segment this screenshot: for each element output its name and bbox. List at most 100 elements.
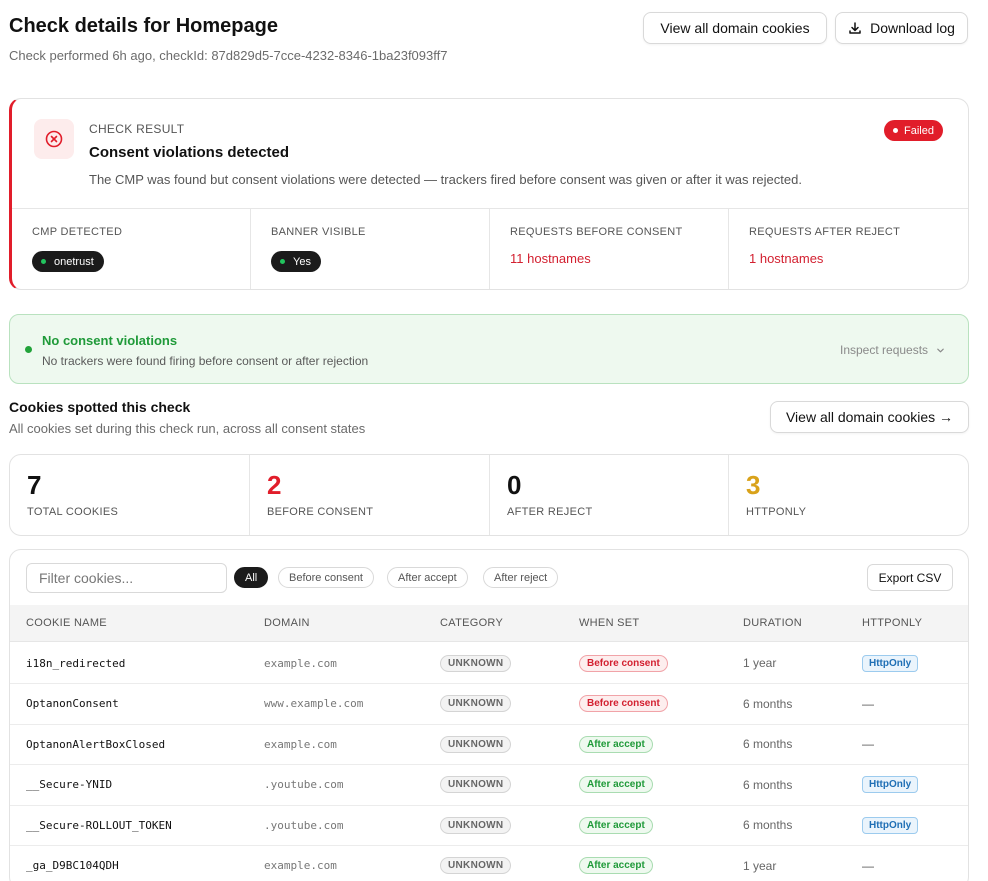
page-subtitle: Check performed 6h ago, checkId: 87d829d… <box>9 48 448 63</box>
metric-banner-visible: BANNER VISIBLE Yes <box>251 209 490 289</box>
category-cell: UNKNOWN <box>440 846 512 881</box>
metric-label: BANNER VISIBLE <box>271 226 366 238</box>
stat-after-reject: 0 AFTER REJECT <box>490 455 729 535</box>
banner-visible-badge: Yes <box>271 251 321 272</box>
when-set-cell: After accept <box>579 765 653 805</box>
cookie-domain: example.com <box>264 656 337 670</box>
cookie-domain: www.example.com <box>264 697 364 710</box>
cookie-duration: 6 months <box>743 696 793 711</box>
metric-cmp-detected: CMP DETECTED onetrust <box>12 209 251 289</box>
table-row[interactable]: __Secure-YNID .youtube.com UNKNOWN After ac… <box>10 765 968 806</box>
view-all-domain-cookies-button[interactable]: View all domain cookies <box>643 12 827 44</box>
stat-total-cookies: 7 TOTAL COOKIES <box>10 455 250 535</box>
stat-before-consent: 2 BEFORE CONSENT <box>250 455 490 535</box>
no-violations-description: No trackers were found firing before con… <box>42 354 369 368</box>
export-csv-button[interactable]: Export CSV <box>867 564 953 591</box>
category-cell: UNKNOWN <box>440 684 512 724</box>
cookie-duration: 1 year <box>743 858 777 873</box>
httponly-cell: HttpOnly <box>862 643 919 683</box>
stat-label: BEFORE CONSENT <box>267 506 374 518</box>
httponly-badge: HttpOnly <box>862 654 919 672</box>
category-badge: UNKNOWN <box>440 695 512 712</box>
error-circle-icon <box>34 119 74 159</box>
stat-value: 0 <box>507 470 522 500</box>
when-set-badge: After accept <box>579 735 653 753</box>
view-all-domain-cookies-link-label: View all domain cookies → <box>785 409 954 425</box>
check-result-card: CHECK RESULT Consent violations detected… <box>9 98 969 290</box>
filter-chip-after-reject[interactable]: After reject <box>483 567 559 588</box>
column-header-category[interactable]: CATEGORY <box>440 617 503 629</box>
download-log-label: Download log <box>870 20 955 36</box>
download-log-button[interactable]: Download log <box>835 12 968 44</box>
cookie-name: i18n_redirected <box>26 656 126 670</box>
requests-before-consent-link[interactable]: 11 hostnames <box>510 251 591 266</box>
cookie-duration: 6 months <box>743 777 793 792</box>
status-badge-label: Failed <box>904 124 934 137</box>
metric-requests-before-consent: REQUESTS BEFORE CONSENT 11 hostnames <box>490 209 729 289</box>
cmp-badge-label: onetrust <box>54 255 94 268</box>
when-set-cell: After accept <box>579 805 653 845</box>
column-header-domain[interactable]: DOMAIN <box>264 617 310 629</box>
httponly-cell: HttpOnly <box>862 765 919 805</box>
banner-visible-label: Yes <box>293 255 311 268</box>
when-set-cell: Before consent <box>579 684 668 724</box>
requests-after-reject-link[interactable]: 1 hostnames <box>749 251 823 266</box>
filter-chip-after-accept[interactable]: After accept <box>387 567 468 588</box>
cookie-domain: example.com <box>264 859 337 872</box>
httponly-badge: HttpOnly <box>862 816 919 834</box>
stat-value: 2 <box>267 470 282 500</box>
cookie-name: OptanonAlertBoxClosed <box>26 737 166 751</box>
cookies-section-subtitle: All cookies set during this check run, a… <box>9 421 366 436</box>
view-all-domain-cookies-link-button[interactable]: View all domain cookies → <box>770 401 969 433</box>
httponly-empty: — <box>862 858 874 873</box>
when-set-cell: After accept <box>579 846 653 881</box>
cookie-duration: 6 months <box>743 818 793 832</box>
chevron-down-icon <box>936 346 945 355</box>
column-header-httponly[interactable]: HTTPONLY <box>862 617 922 629</box>
column-header-duration[interactable]: DURATION <box>743 617 802 629</box>
filter-chip-before-consent[interactable]: Before consent <box>278 567 374 588</box>
cmp-badge: onetrust <box>32 251 104 272</box>
category-cell: UNKNOWN <box>440 765 512 805</box>
httponly-empty: — <box>862 737 874 751</box>
when-set-cell: After accept <box>579 724 653 764</box>
stat-value: 7 <box>27 470 42 500</box>
table-row[interactable]: _ga_D9BC104QDH example.com UNKNOWN After ac… <box>10 846 968 881</box>
httponly-empty: — <box>862 696 874 711</box>
status-badge: Failed <box>884 120 943 141</box>
when-set-badge: After accept <box>579 857 653 874</box>
column-header-cookie-name[interactable]: COOKIE NAME <box>26 617 107 629</box>
cookie-name: OptanonConsent <box>26 697 119 710</box>
cookie-domain: example.com <box>264 737 337 751</box>
cookie-domain: .youtube.com <box>264 818 344 832</box>
table-row[interactable]: OptanonAlertBoxClosed example.com UNKNOWN A… <box>10 724 968 765</box>
stat-httponly: 3 HTTPONLY <box>729 455 968 535</box>
cookie-duration: 6 months <box>743 737 793 751</box>
check-result-description: The CMP was found but consent violations… <box>89 172 802 187</box>
metric-label: REQUESTS BEFORE CONSENT <box>510 226 683 238</box>
inspect-requests-label: Inspect requests <box>840 343 929 357</box>
download-icon <box>848 21 862 35</box>
metric-label: CMP DETECTED <box>32 226 123 238</box>
category-badge: UNKNOWN <box>440 857 512 874</box>
when-set-badge: Before consent <box>579 695 668 712</box>
cookies-table-card: All Before consent After accept After re… <box>9 549 969 881</box>
httponly-cell: HttpOnly <box>862 805 919 845</box>
table-row[interactable]: i18n_redirected example.com UNKNOWN Before … <box>10 643 968 684</box>
no-violations-title: No consent violations <box>42 333 178 348</box>
stat-label: AFTER REJECT <box>507 506 593 518</box>
filter-cookies-input[interactable] <box>26 563 227 593</box>
check-result-kicker: CHECK RESULT <box>89 122 185 136</box>
check-result-title: Consent violations detected <box>89 144 290 161</box>
category-badge: UNKNOWN <box>440 654 512 672</box>
inspect-requests-toggle[interactable]: Inspect requests <box>840 343 945 357</box>
status-dot <box>41 259 46 264</box>
stat-label: TOTAL COOKIES <box>27 506 119 518</box>
category-cell: UNKNOWN <box>440 724 512 764</box>
column-header-when-set[interactable]: WHEN SET <box>579 617 639 629</box>
cookie-stats: 7 TOTAL COOKIES 2 BEFORE CONSENT 0 AFTER… <box>9 454 969 536</box>
table-row[interactable]: OptanonConsent www.example.com UNKNOWN Befo… <box>10 684 968 725</box>
filter-chip-all[interactable]: All <box>234 567 269 588</box>
when-set-badge: After accept <box>579 816 653 834</box>
table-row[interactable]: __Secure-ROLLOUT_TOKEN .youtube.com UNKNOW… <box>10 805 968 846</box>
